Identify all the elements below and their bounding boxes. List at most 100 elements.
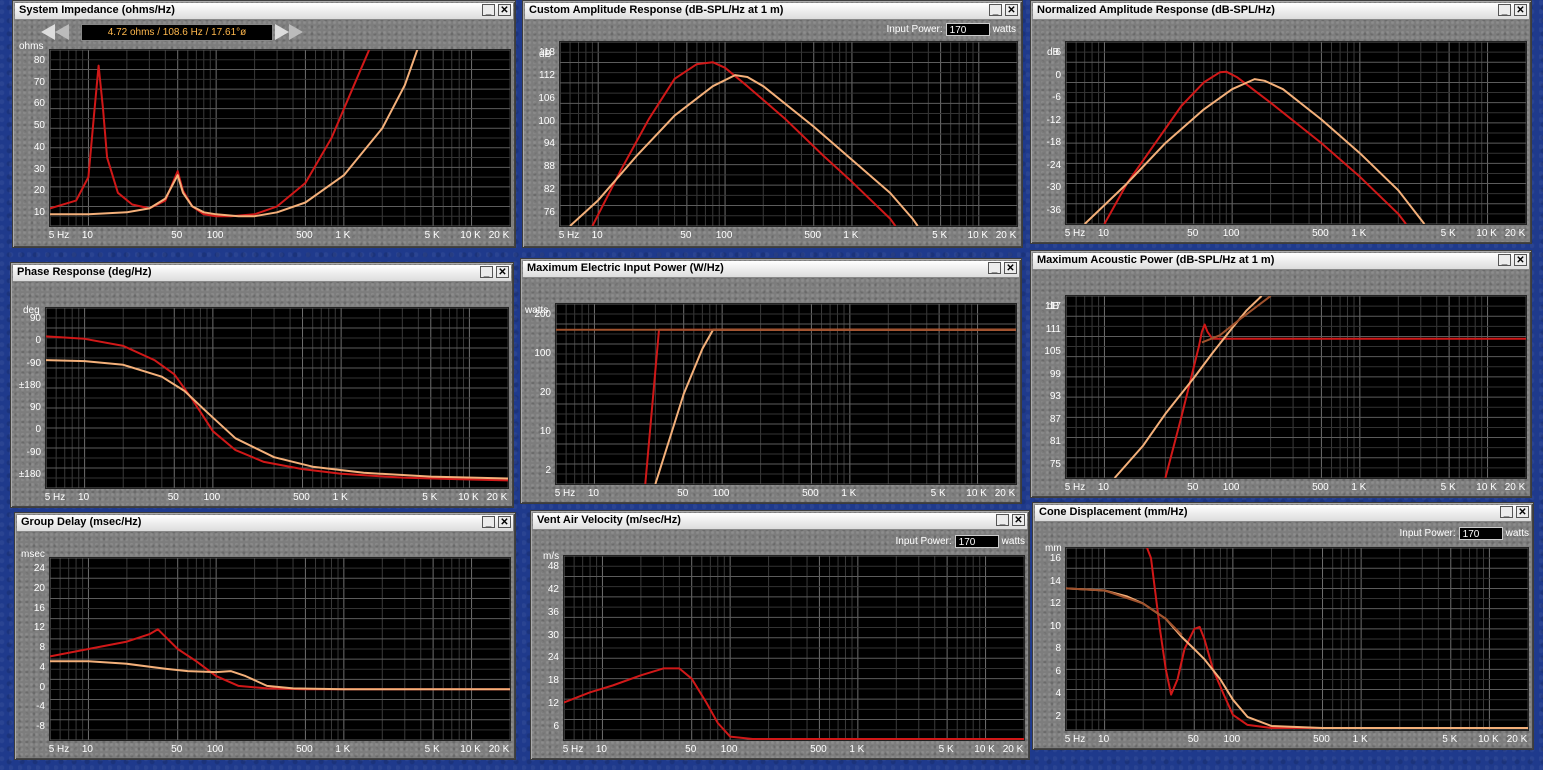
- close-button[interactable]: ✕: [1514, 4, 1527, 16]
- input-power-field[interactable]: 170: [1458, 527, 1503, 540]
- minimize-button[interactable]: _: [996, 514, 1009, 526]
- y-tick-label: 30: [33, 163, 45, 175]
- x-tick-label: 5 Hz: [1064, 228, 1086, 239]
- x-tick-label: 5 Hz: [554, 488, 576, 499]
- x-tick-label: 10 K: [458, 492, 479, 503]
- vent-velocity-window: Vent Air Velocity (m/sec/Hz) _ ✕ Input P…: [530, 510, 1030, 760]
- arrow-right-icon[interactable]: [275, 24, 289, 40]
- close-button[interactable]: ✕: [1012, 514, 1025, 526]
- y-tick-label: 18: [547, 675, 559, 687]
- y-tick-label: -4: [36, 701, 45, 713]
- y-tick-label: 0: [35, 335, 41, 347]
- y-tick-label: 20: [33, 185, 45, 197]
- y-tick-label: 2: [545, 465, 551, 476]
- y-tick-label: 100: [538, 115, 555, 127]
- x-tick-label: 5 K: [1440, 228, 1456, 239]
- y-tick-label: ±180: [18, 379, 41, 391]
- x-tick-label: 10 K: [1476, 228, 1497, 239]
- x-tick-label: 50: [1187, 482, 1199, 493]
- close-button[interactable]: ✕: [498, 516, 511, 528]
- y-tick-label: 10: [33, 207, 45, 218]
- y-tick-label: 48: [547, 561, 559, 572]
- minimize-button[interactable]: _: [1500, 506, 1513, 518]
- close-button[interactable]: ✕: [1514, 254, 1527, 266]
- plot-canvas: [556, 304, 1016, 484]
- input-power-label: Input Power:: [895, 536, 952, 548]
- phase-window: Phase Response (deg/Hz) _ ✕ deg 90 0 -90 ±1…: [10, 262, 514, 508]
- vent-velocity-titlebar[interactable]: Vent Air Velocity (m/sec/Hz) _ ✕: [533, 513, 1027, 530]
- cone-disp-titlebar[interactable]: Cone Displacement (mm/Hz) _ ✕: [1035, 505, 1531, 522]
- arrow-left-icon[interactable]: [41, 24, 55, 40]
- input-power-field[interactable]: 170: [945, 23, 990, 36]
- x-tick-label: 100: [1222, 482, 1240, 493]
- close-button[interactable]: ✕: [1005, 4, 1018, 16]
- x-tick-label: 10 K: [1478, 734, 1499, 745]
- minimize-button[interactable]: _: [988, 262, 1001, 274]
- input-power-field[interactable]: 170: [954, 535, 999, 548]
- minimize-button[interactable]: _: [1498, 254, 1511, 266]
- y-tick-label: 82: [543, 184, 555, 196]
- y-tick-label: -30: [1046, 182, 1061, 194]
- close-button[interactable]: ✕: [496, 266, 509, 278]
- group-delay-plot[interactable]: [49, 557, 511, 741]
- normalized-amp-plot[interactable]: [1065, 41, 1527, 225]
- custom-amp-titlebar[interactable]: Custom Amplitude Response (dB-SPL/Hz at …: [525, 3, 1020, 20]
- max-acoustic-titlebar[interactable]: Maximum Acoustic Power (dB-SPL/Hz at 1 m…: [1033, 253, 1529, 270]
- y-tick-label: 99: [1049, 368, 1061, 380]
- impedance-plot[interactable]: [49, 49, 511, 227]
- y-tick-label: 10: [1049, 620, 1061, 632]
- y-tick-label: -12: [1046, 114, 1061, 126]
- x-tick-label: 10: [1097, 228, 1109, 239]
- input-power-row: Input Power: 170 watts: [895, 535, 1025, 548]
- minimize-button[interactable]: _: [480, 266, 493, 278]
- phase-titlebar[interactable]: Phase Response (deg/Hz) _ ✕: [13, 265, 511, 282]
- x-tick-label: 500: [1313, 734, 1330, 745]
- input-power-row: Input Power: 170 watts: [1399, 527, 1529, 540]
- group-delay-title: Group Delay (msec/Hz): [21, 516, 142, 528]
- x-tick-label: 500: [1312, 228, 1329, 239]
- normalized-amp-window: Normalized Amplitude Response (dB-SPL/Hz…: [1030, 0, 1532, 244]
- close-button[interactable]: ✕: [1004, 262, 1017, 274]
- max-elec-power-plot[interactable]: [555, 303, 1017, 485]
- y-tick-label: 0: [1055, 69, 1061, 81]
- x-tick-label: 20 K: [1504, 482, 1526, 493]
- minimize-button[interactable]: _: [989, 4, 1002, 16]
- close-button[interactable]: ✕: [498, 4, 511, 16]
- x-tick-label: 500: [804, 230, 822, 241]
- max-elec-power-titlebar[interactable]: Maximum Electric Input Power (W/Hz) _ ✕: [523, 261, 1019, 278]
- normalized-amp-titlebar[interactable]: Normalized Amplitude Response (dB-SPL/Hz…: [1033, 3, 1529, 20]
- x-tick-label: 10 K: [974, 744, 995, 755]
- minimize-button[interactable]: _: [1498, 4, 1511, 16]
- series-line-1: [1103, 70, 1407, 224]
- arrow-right-icon[interactable]: [289, 24, 303, 40]
- x-tick-label: 1 K: [335, 230, 351, 241]
- x-tick-label: 50: [171, 230, 183, 241]
- y-tick-label: 42: [547, 583, 559, 595]
- y-tick-label: 6: [553, 721, 559, 732]
- y-tick-label: 112: [539, 69, 555, 81]
- phase-plot[interactable]: [45, 307, 509, 489]
- minimize-button[interactable]: _: [482, 516, 495, 528]
- x-tick-label: 1 K: [1351, 482, 1367, 493]
- arrow-left-icon[interactable]: [55, 24, 69, 40]
- group-delay-titlebar[interactable]: Group Delay (msec/Hz) _ ✕: [17, 515, 513, 532]
- impedance-titlebar[interactable]: System Impedance (ohms/Hz) _ ✕: [15, 3, 513, 20]
- close-button[interactable]: ✕: [1516, 506, 1529, 518]
- y-tick-label: 6: [1055, 665, 1061, 677]
- cone-disp-plot[interactable]: [1065, 547, 1529, 731]
- vent-velocity-plot[interactable]: [563, 555, 1025, 741]
- normalized-amp-title: Normalized Amplitude Response (dB-SPL/Hz…: [1037, 4, 1275, 16]
- vent-velocity-title: Vent Air Velocity (m/sec/Hz): [537, 514, 681, 526]
- y-tick-label: 12: [33, 622, 45, 634]
- x-tick-label: 50: [1187, 734, 1199, 745]
- max-acoustic-plot[interactable]: [1065, 295, 1527, 479]
- y-tick-label: 12: [547, 698, 559, 710]
- minimize-button[interactable]: _: [482, 4, 495, 16]
- y-tick-label: 2: [1055, 711, 1061, 722]
- custom-amp-plot[interactable]: [559, 41, 1018, 227]
- y-tick-label: -6: [1052, 92, 1061, 104]
- y-tick-label: 20: [33, 582, 45, 594]
- phase-title: Phase Response (deg/Hz): [17, 266, 152, 278]
- input-power-label: Input Power:: [1399, 528, 1456, 540]
- plot-canvas: [50, 558, 510, 740]
